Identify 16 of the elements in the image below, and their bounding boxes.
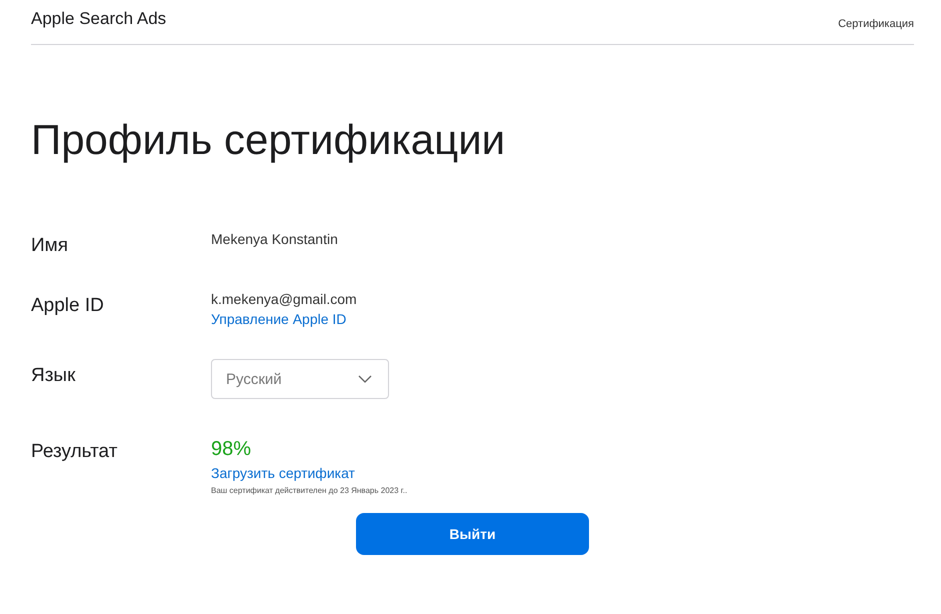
page-title: Профиль сертификации [31, 115, 506, 165]
field-label: Язык [31, 364, 76, 388]
chevron-down-icon [358, 375, 372, 383]
score-value: 98% [211, 437, 252, 462]
download-link[interactable]: Загрузить сертификат [211, 463, 355, 483]
certification-link[interactable]: Сертификация [838, 18, 914, 30]
logout-button[interactable]: Выйти [356, 513, 589, 555]
manage-link[interactable]: Управление Apple ID [211, 309, 346, 329]
field-value: Mekenya Konstantin [211, 230, 338, 249]
language-dropdown[interactable]: Русский [211, 359, 389, 399]
field-value: k.mekenya@gmail.com [211, 290, 357, 309]
field-label: Результат [31, 440, 118, 464]
validity-note: Ваш сертификат действителен до 23 Январь 2023 г.. [211, 486, 408, 495]
field-label: Apple ID [31, 294, 105, 318]
field-label: Имя [31, 234, 70, 258]
brand-name: Apple Search Ads [31, 9, 166, 29]
